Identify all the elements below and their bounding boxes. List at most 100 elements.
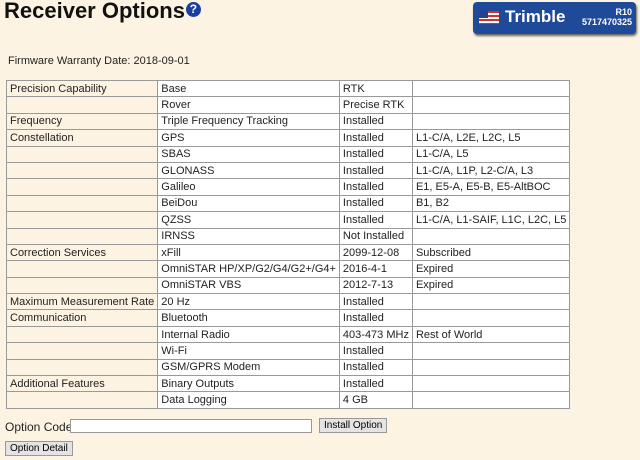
table-row: QZSS Installed L1-C/A, L1-SAIF, L1C, L2C, … bbox=[5, 211, 571, 229]
option-cell: Bluetooth bbox=[157, 309, 340, 327]
page-title: Receiver Options? bbox=[4, 0, 201, 24]
table-row: Additional Features Binary Outputs Install… bbox=[5, 375, 571, 393]
install-option-button[interactable]: Install Option bbox=[319, 418, 388, 433]
status-cell: Precise RTK bbox=[338, 96, 413, 114]
status-cell: 2016-4-1 bbox=[338, 260, 413, 278]
detail-cell: Rest of World bbox=[411, 325, 571, 344]
serial-number: 5717470325 bbox=[581, 17, 632, 27]
detail-cell bbox=[411, 112, 571, 131]
option-cell: BeiDou bbox=[157, 194, 340, 213]
detail-cell: B1, B2 bbox=[411, 194, 571, 213]
option-cell: Triple Frequency Tracking bbox=[157, 112, 340, 131]
table-row: Communication Bluetooth Installed bbox=[5, 309, 571, 327]
table-row: Maximum Measurement Rate 20 Hz Installed bbox=[5, 293, 571, 311]
category-cell bbox=[5, 211, 159, 229]
table-row: BeiDou Installed B1, B2 bbox=[5, 194, 571, 213]
detail-cell bbox=[411, 391, 571, 409]
brand-logo: Trimble bbox=[505, 7, 566, 26]
help-icon[interactable]: ? bbox=[185, 2, 201, 17]
table-row: Precision Capability Base RTK bbox=[5, 79, 571, 98]
table-row: Constellation GPS Installed L1-C/A, L2E, L2… bbox=[5, 129, 571, 147]
options-table: Precision Capability Base RTK Rover Precise … bbox=[5, 79, 571, 409]
us-flag-icon bbox=[479, 11, 499, 24]
category-cell bbox=[5, 391, 159, 409]
category-cell bbox=[5, 276, 159, 295]
category-cell bbox=[5, 260, 159, 278]
detail-cell bbox=[411, 293, 571, 311]
detail-cell bbox=[411, 375, 571, 393]
option-cell: Rover bbox=[157, 96, 340, 114]
detail-cell bbox=[411, 227, 571, 245]
receiver-model: R10 5717470325 bbox=[582, 7, 632, 27]
option-cell: Data Logging bbox=[157, 391, 340, 409]
option-cell: OmniSTAR VBS bbox=[157, 276, 340, 295]
table-row: Data Logging 4 GB bbox=[5, 391, 571, 409]
option-cell: Galileo bbox=[157, 178, 340, 196]
detail-cell: L1-C/A, L5 bbox=[411, 145, 571, 163]
table-row: SBAS Installed L1-C/A, L5 bbox=[5, 145, 571, 163]
category-cell bbox=[5, 145, 159, 163]
detail-cell: Expired bbox=[411, 276, 571, 295]
option-cell: Binary Outputs bbox=[157, 375, 340, 393]
category-cell bbox=[5, 194, 159, 213]
status-cell: Installed bbox=[338, 178, 413, 196]
warranty-date: Firmware Warranty Date: 2018-09-01 bbox=[8, 55, 190, 67]
status-cell: Installed bbox=[338, 161, 413, 180]
category-cell bbox=[5, 178, 159, 196]
option-detail-button[interactable]: Option Detail bbox=[5, 441, 73, 456]
status-cell: Installed bbox=[338, 194, 413, 213]
detail-cell: Subscribed bbox=[411, 243, 571, 262]
status-cell: Installed bbox=[338, 112, 413, 131]
status-cell: Installed bbox=[338, 211, 413, 229]
status-cell: Installed bbox=[338, 129, 413, 147]
category-cell: Precision Capability bbox=[5, 79, 159, 98]
status-cell: 2012-7-13 bbox=[338, 276, 413, 295]
status-cell: RTK bbox=[338, 79, 413, 98]
option-cell: Internal Radio bbox=[157, 325, 340, 344]
category-cell bbox=[5, 227, 159, 245]
detail-cell bbox=[411, 96, 571, 114]
option-code-input[interactable] bbox=[70, 419, 312, 433]
category-cell: Communication bbox=[5, 309, 159, 327]
category-cell: Constellation bbox=[5, 129, 159, 147]
option-cell: xFill bbox=[157, 243, 340, 262]
detail-cell bbox=[411, 309, 571, 327]
model-name: R10 bbox=[615, 7, 632, 17]
option-cell: Base bbox=[157, 79, 340, 98]
table-row: IRNSS Not Installed bbox=[5, 227, 571, 245]
category-cell bbox=[5, 358, 159, 377]
status-cell: 4 GB bbox=[338, 391, 413, 409]
option-cell: IRNSS bbox=[157, 227, 340, 245]
status-cell: 403-473 MHz bbox=[338, 325, 413, 344]
table-row: OmniSTAR VBS 2012-7-13 Expired bbox=[5, 276, 571, 295]
option-cell: GPS bbox=[157, 129, 340, 147]
status-cell: Installed bbox=[338, 145, 413, 163]
detail-cell bbox=[411, 342, 571, 360]
category-cell: Additional Features bbox=[5, 375, 159, 393]
category-cell bbox=[5, 96, 159, 114]
title-text: Receiver Options bbox=[4, 0, 185, 23]
category-cell: Correction Services bbox=[5, 243, 159, 262]
table-row: Internal Radio 403-473 MHz Rest of World bbox=[5, 325, 571, 344]
option-code-label: Option Code: bbox=[5, 420, 76, 434]
status-cell: Installed bbox=[338, 342, 413, 360]
status-cell: Not Installed bbox=[338, 227, 413, 245]
status-cell: 2099-12-08 bbox=[338, 243, 413, 262]
option-cell: Wi-Fi bbox=[157, 342, 340, 360]
detail-cell: L1-C/A, L1-SAIF, L1C, L2C, L5 bbox=[411, 211, 571, 229]
category-cell: Maximum Measurement Rate bbox=[5, 293, 159, 311]
detail-cell: Expired bbox=[411, 260, 571, 278]
table-row: Galileo Installed E1, E5-A, E5-B, E5-AltBO… bbox=[5, 178, 571, 196]
category-cell bbox=[5, 342, 159, 360]
category-cell: Frequency bbox=[5, 112, 159, 131]
table-row: Rover Precise RTK bbox=[5, 96, 571, 114]
option-cell: SBAS bbox=[157, 145, 340, 163]
status-cell: Installed bbox=[338, 293, 413, 311]
detail-cell: L1-C/A, L1P, L2-C/A, L3 bbox=[411, 161, 571, 180]
option-cell: QZSS bbox=[157, 211, 340, 229]
receiver-badge: Trimble R10 5717470325 bbox=[473, 2, 636, 34]
status-cell: Installed bbox=[338, 358, 413, 377]
table-row: Frequency Triple Frequency Tracking Instal… bbox=[5, 112, 571, 131]
detail-cell bbox=[411, 358, 571, 377]
detail-cell: E1, E5-A, E5-B, E5-AltBOC bbox=[411, 178, 571, 196]
